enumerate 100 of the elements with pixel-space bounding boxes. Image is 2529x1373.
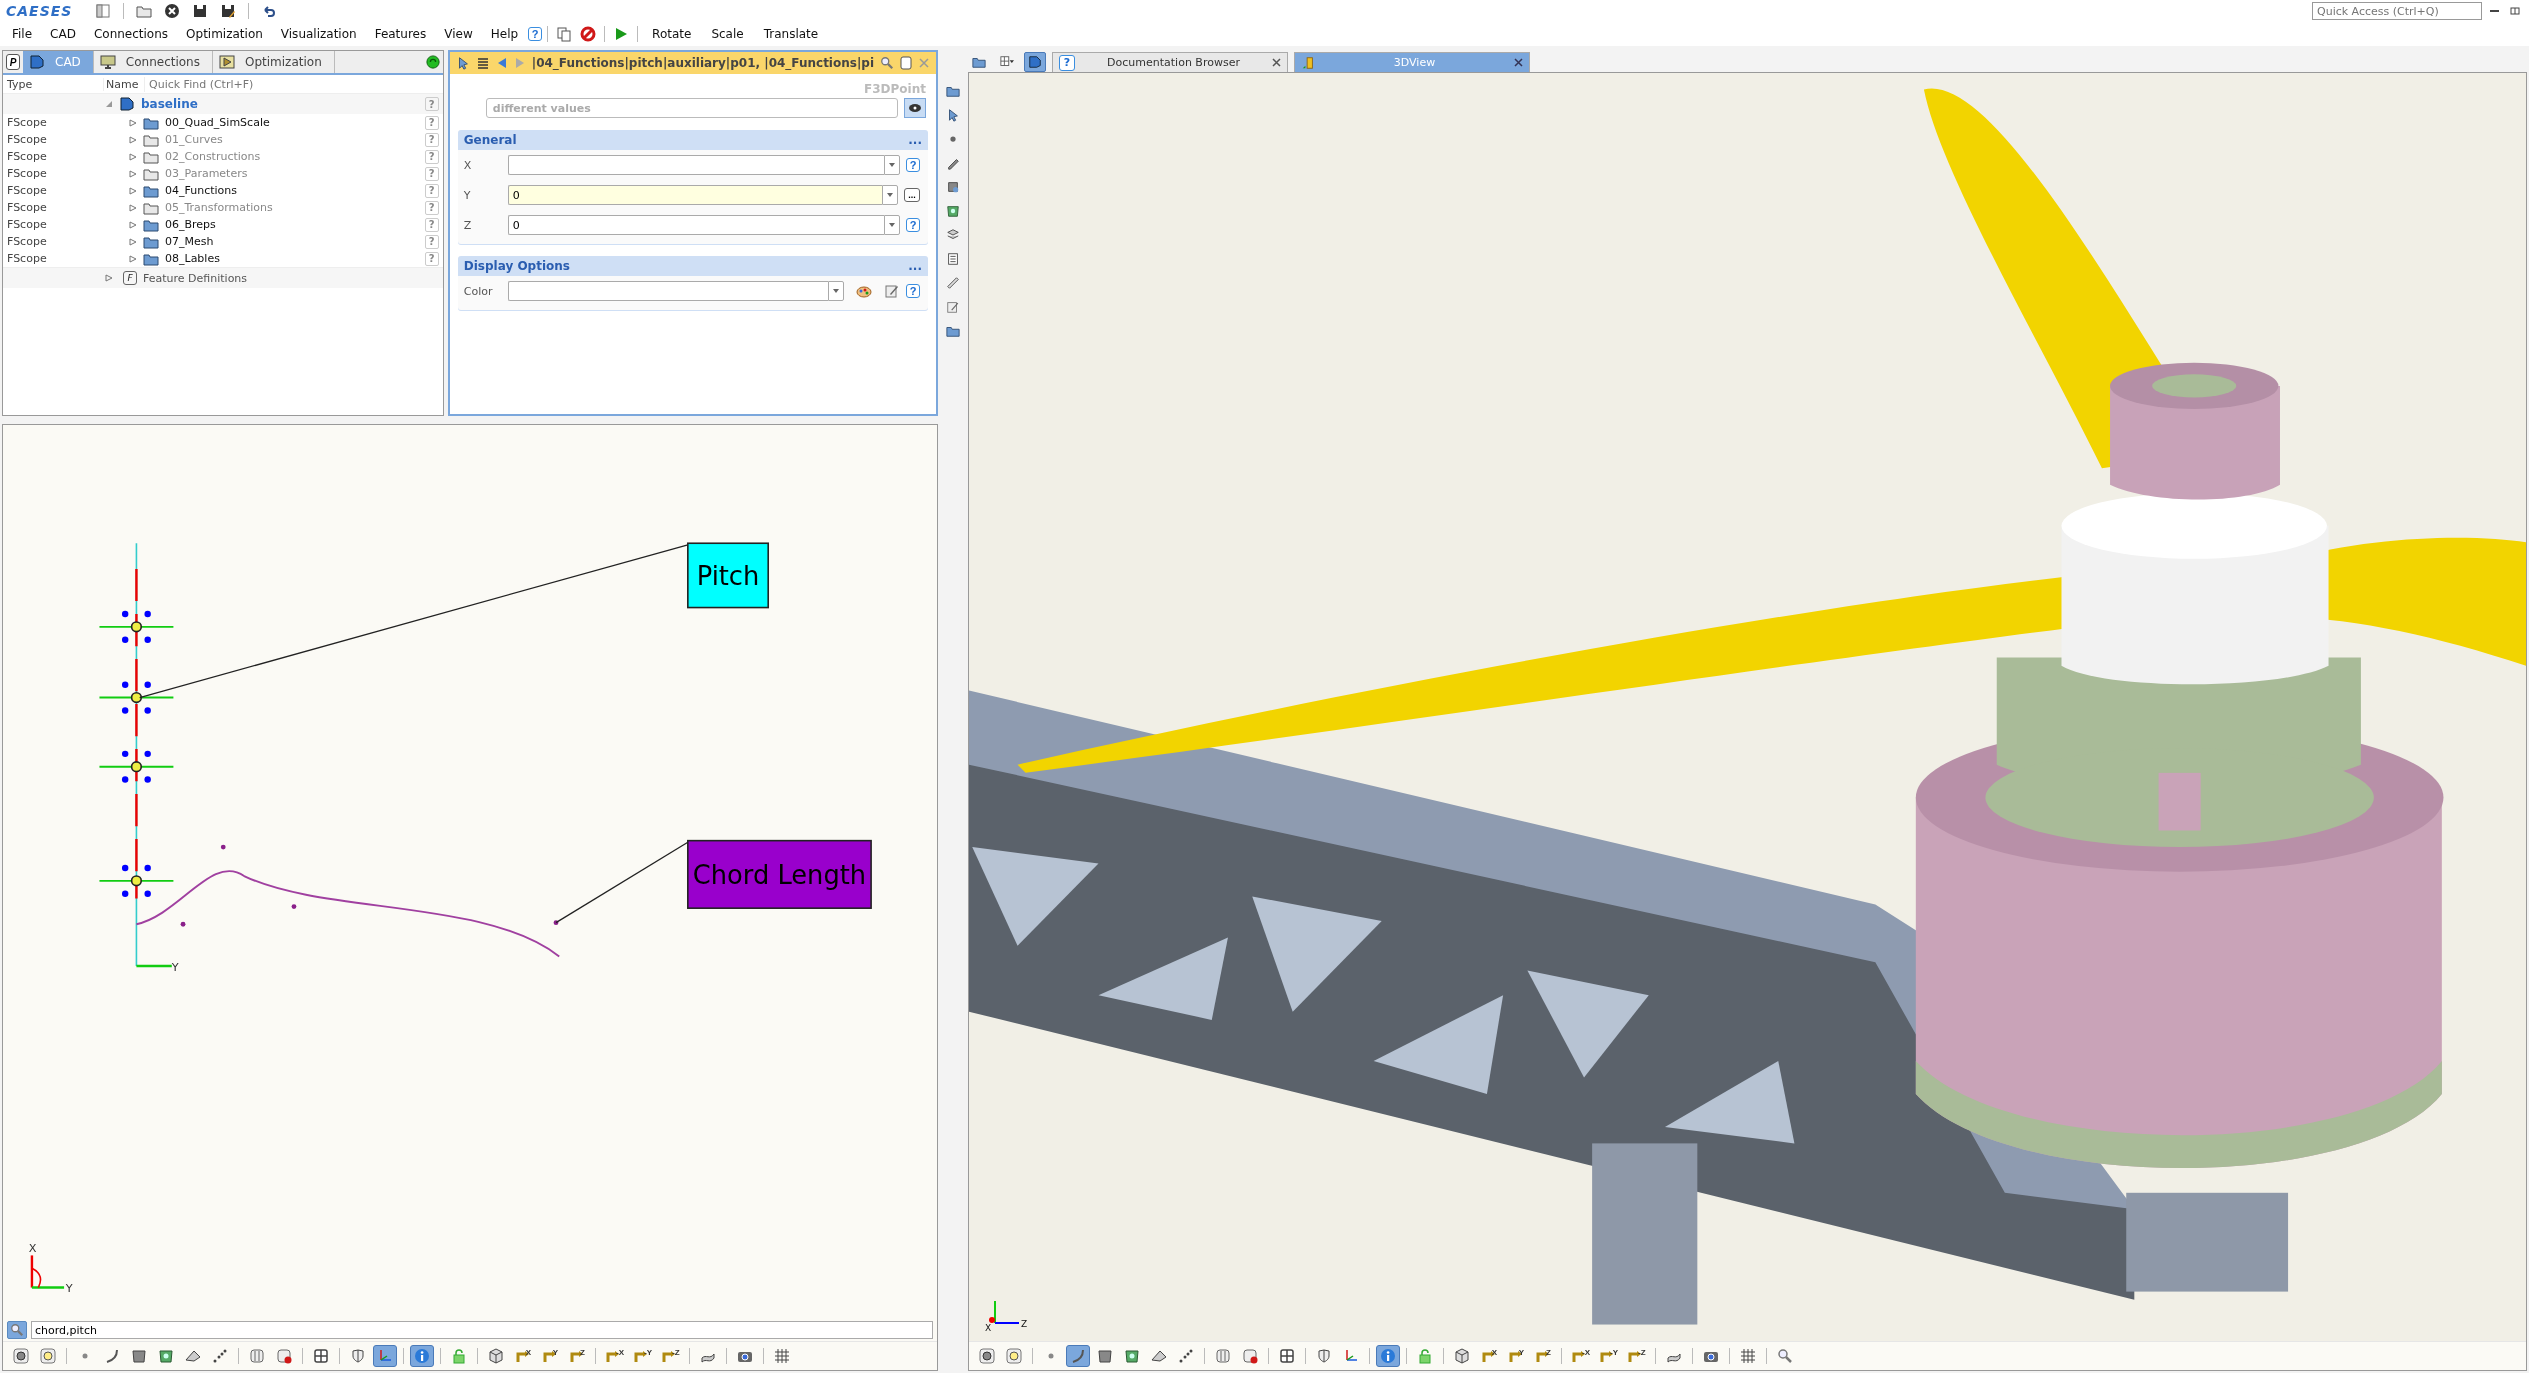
rotate-view-button[interactable]: Y [538, 1345, 562, 1367]
name-field[interactable]: different values [485, 98, 898, 118]
help-icon[interactable]: ? [424, 200, 439, 215]
dropdown-button[interactable] [884, 215, 900, 235]
help-icon[interactable]: ? [424, 166, 439, 181]
layers-button[interactable] [946, 228, 960, 242]
tree-item[interactable]: 00_Quad_SimScale [165, 116, 270, 129]
expand-arrow-icon[interactable] [127, 184, 139, 197]
curve-button[interactable] [1066, 1345, 1090, 1367]
restore-button[interactable] [2507, 5, 2523, 17]
rotate-view-button[interactable]: -X [602, 1345, 627, 1367]
menu-item[interactable]: CAD [42, 25, 84, 43]
menu-item[interactable]: Optimization [178, 25, 271, 43]
list-button[interactable] [475, 56, 490, 70]
search-field[interactable]: chord,pitch [31, 1321, 933, 1339]
ruler-button[interactable] [946, 276, 960, 290]
info-button[interactable] [410, 1345, 434, 1367]
menu-item[interactable]: View [436, 25, 481, 43]
expand-arrow-icon[interactable] [127, 201, 139, 214]
transform-button[interactable]: Scale [702, 25, 753, 43]
palette-button[interactable] [856, 283, 872, 299]
tree-item[interactable]: 05_Transformations [165, 201, 273, 214]
search-button[interactable] [880, 56, 894, 70]
minimize-button[interactable] [2488, 10, 2501, 12]
view-tab[interactable]: ? Documentation Browser [1052, 52, 1288, 72]
value-field[interactable] [507, 155, 884, 175]
pencil-button[interactable] [946, 156, 960, 170]
expand-arrow-icon[interactable] [127, 167, 139, 180]
rotate-view-button[interactable]: -Z [1624, 1345, 1649, 1367]
edit-button[interactable] [946, 300, 960, 314]
menu-item[interactable]: Features [366, 25, 435, 43]
value-field[interactable] [507, 281, 828, 301]
tree-item[interactable]: 03_Parameters [165, 167, 248, 180]
tree-item[interactable]: 02_Constructions [165, 150, 261, 163]
menu-item[interactable]: Visualization [272, 25, 365, 43]
transform-button[interactable]: Rotate [643, 25, 701, 43]
search-button[interactable] [7, 1321, 27, 1339]
help-icon[interactable]: ? [424, 251, 439, 266]
quick-access-field[interactable]: Quick Access (Ctrl+Q) [2312, 2, 2482, 20]
close-icon[interactable] [1272, 58, 1281, 67]
section-menu-button[interactable]: ... [908, 259, 922, 273]
help-button[interactable]: ? [528, 27, 543, 41]
menu-item[interactable]: Help [482, 25, 527, 43]
refresh-button[interactable] [425, 55, 440, 69]
rotate-view-button[interactable]: X [511, 1345, 535, 1367]
pointer-button[interactable] [946, 108, 960, 122]
value-field[interactable]: 0 [507, 215, 884, 235]
shape-button[interactable] [946, 180, 960, 194]
folder-button[interactable] [946, 84, 960, 98]
expand-arrow-icon[interactable] [127, 133, 139, 146]
section-title[interactable]: General [463, 133, 517, 147]
help-button[interactable]: ? [906, 218, 920, 232]
help-button[interactable]: ? [906, 158, 920, 172]
expand-arrow-icon[interactable] [127, 218, 139, 231]
patch-button[interactable] [946, 204, 960, 218]
expand-arrow-icon[interactable] [127, 252, 139, 265]
document-button[interactable] [946, 252, 960, 266]
menu-item[interactable]: File [4, 25, 41, 43]
help-icon[interactable]: ? [424, 132, 439, 147]
dropdown-button[interactable] [884, 155, 900, 175]
help-icon[interactable]: ? [424, 217, 439, 232]
expand-arrow-icon[interactable] [127, 235, 139, 248]
rotate-view-button[interactable]: -Y [1596, 1345, 1621, 1367]
copy-button[interactable] [900, 56, 912, 70]
p-button[interactable]: P [6, 54, 20, 70]
rotate-view-button[interactable]: X [1477, 1345, 1501, 1367]
rotate-view-button[interactable]: -X [1568, 1345, 1593, 1367]
expand-arrow-icon[interactable] [103, 272, 115, 284]
help-icon[interactable]: ? [424, 115, 439, 130]
tree-item[interactable]: Feature Definitions [143, 271, 248, 285]
tree-item[interactable]: 07_Mesh [165, 235, 214, 248]
dropdown-button[interactable] [882, 185, 898, 205]
dropdown-button[interactable] [828, 281, 844, 301]
expand-arrow-icon[interactable] [127, 116, 139, 129]
menu-item[interactable]: Connections [85, 25, 177, 43]
rotate-view-button[interactable]: Z [1531, 1345, 1555, 1367]
axes-button[interactable] [373, 1345, 397, 1367]
tree-item[interactable]: baseline [141, 97, 198, 111]
rotate-view-button[interactable]: -Z [658, 1345, 683, 1367]
help-button[interactable]: ? [906, 284, 920, 298]
section-title[interactable]: Display Options [463, 259, 570, 273]
transform-button[interactable]: Translate [754, 25, 828, 43]
rotate-view-button[interactable]: -Y [630, 1345, 655, 1367]
visibility-button[interactable] [904, 98, 926, 118]
folder-button[interactable] [946, 324, 960, 338]
tree-item[interactable]: 04_Functions [165, 184, 237, 197]
rotate-view-button[interactable]: Y [1504, 1345, 1528, 1367]
expand-arrow-icon[interactable] [127, 150, 139, 163]
edit-button[interactable] [884, 283, 900, 299]
tree-item[interactable]: 01_Curves [165, 133, 223, 146]
more-button[interactable]: ... [904, 188, 920, 202]
rotate-view-button[interactable]: Z [565, 1345, 589, 1367]
section-menu-button[interactable]: ... [908, 133, 922, 147]
help-icon[interactable]: ? [424, 149, 439, 164]
info-button[interactable] [1376, 1345, 1400, 1367]
close-icon[interactable] [1514, 58, 1523, 67]
tree-item[interactable]: 08_Lables [165, 252, 220, 265]
help-icon[interactable]: ? [424, 234, 439, 249]
value-field[interactable]: 0 [507, 185, 882, 205]
help-icon[interactable]: ? [424, 183, 439, 198]
